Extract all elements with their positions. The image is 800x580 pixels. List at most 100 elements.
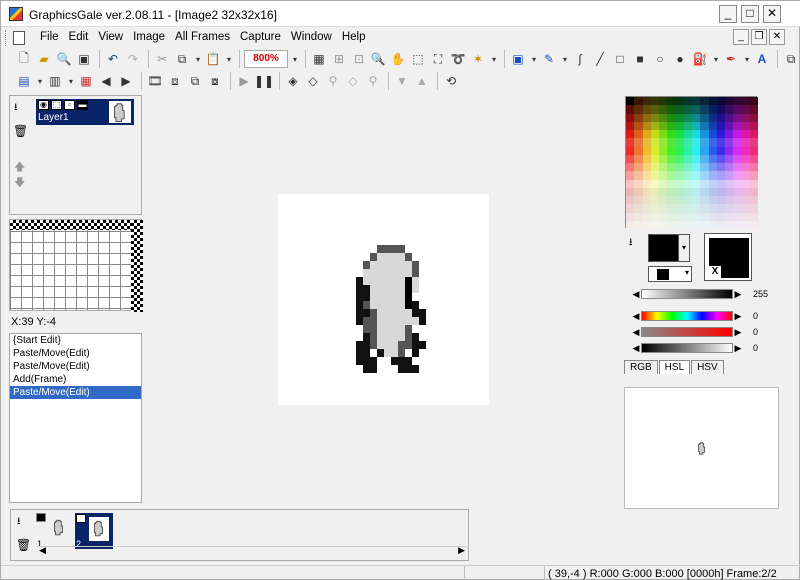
palette-swatch[interactable] <box>675 220 684 229</box>
palette-swatch[interactable] <box>642 163 651 172</box>
palette-swatch[interactable] <box>741 220 750 229</box>
palette-swatch[interactable] <box>733 196 742 205</box>
palette-swatch[interactable] <box>749 171 758 180</box>
tab-rgb[interactable]: RGB <box>624 360 658 374</box>
doc-close-button[interactable]: ✕ <box>769 29 785 45</box>
history-item-selected[interactable]: Paste/Move(Edit) <box>10 386 141 399</box>
palette-swatch[interactable] <box>725 196 734 205</box>
layer-more-icon[interactable]: ▬ <box>77 100 88 110</box>
reset-icon[interactable]: ⟲ <box>442 72 460 90</box>
scroll-left-icon[interactable]: ◀ <box>39 545 46 556</box>
paste-icon[interactable]: 📋 <box>204 50 222 68</box>
palette-swatch[interactable] <box>650 113 659 122</box>
palette-swatch[interactable] <box>741 154 750 163</box>
palette-swatch[interactable] <box>700 130 709 139</box>
palette-swatch[interactable] <box>659 171 668 180</box>
palette-swatch[interactable] <box>749 187 758 196</box>
menu-edit[interactable]: Edit <box>64 31 94 43</box>
slider-left-icon[interactable]: ◀ <box>631 343 641 354</box>
palette-swatch[interactable] <box>626 220 635 229</box>
palette-swatch[interactable] <box>749 130 758 139</box>
copy-dropdown-icon[interactable]: ▾ <box>193 50 203 68</box>
palette-swatch[interactable] <box>725 121 734 130</box>
palette-swatch[interactable] <box>659 97 668 106</box>
frame-thumb-1[interactable]: 1 <box>36 513 74 549</box>
palette-swatch[interactable] <box>749 154 758 163</box>
palette-swatch[interactable] <box>634 196 643 205</box>
palette-swatch[interactable] <box>650 187 659 196</box>
slider-right-icon[interactable]: ▶ <box>733 311 743 322</box>
palette-swatch[interactable] <box>700 146 709 155</box>
palette-swatch[interactable] <box>650 171 659 180</box>
palette-swatch[interactable] <box>634 212 643 221</box>
tab-hsl[interactable]: HSL <box>658 360 691 374</box>
palette-swatch[interactable] <box>626 121 635 130</box>
frame-dropdown-icon[interactable]: ▾ <box>66 72 76 90</box>
palette-swatch[interactable] <box>634 163 643 172</box>
palette-swatch[interactable] <box>667 146 676 155</box>
palette-swatch[interactable] <box>725 130 734 139</box>
palette-swatch[interactable] <box>741 97 750 106</box>
text-tool-icon[interactable]: A <box>753 50 771 68</box>
filled-ellipse-icon[interactable]: ● <box>671 50 689 68</box>
palette-swatch[interactable] <box>650 220 659 229</box>
palette-swatch[interactable] <box>667 171 676 180</box>
palette-swatch[interactable] <box>626 138 635 147</box>
rect-select-icon[interactable]: ⬚ <box>409 50 427 68</box>
curve-icon[interactable]: ∫ <box>571 50 589 68</box>
diamond-icon[interactable]: ◇ <box>344 72 362 90</box>
palette-swatch[interactable] <box>626 97 635 106</box>
document-icon[interactable] <box>13 31 25 45</box>
palette-swatch[interactable] <box>634 171 643 180</box>
fill-dropdown-icon[interactable]: ▾ <box>711 50 721 68</box>
frame-trash-icon[interactable]: 🗑 <box>16 538 31 552</box>
palette-swatch[interactable] <box>700 97 709 106</box>
frame-scrollbar[interactable]: ◀ ▶ <box>37 545 467 558</box>
palette-swatch[interactable] <box>626 196 635 205</box>
palette-swatch[interactable] <box>675 163 684 172</box>
palette-swatch[interactable] <box>716 138 725 147</box>
palette-swatch[interactable] <box>634 97 643 106</box>
palette-swatch[interactable] <box>659 187 668 196</box>
palette-swatch[interactable] <box>692 171 701 180</box>
slider-left-icon[interactable]: ◀ <box>631 327 641 338</box>
slider-left-icon[interactable]: ◀ <box>631 311 641 322</box>
grid-icon[interactable]: ▦ <box>310 50 328 68</box>
palette-swatch[interactable] <box>700 220 709 229</box>
palette-swatch[interactable] <box>692 97 701 106</box>
palette-swatch[interactable] <box>700 171 709 180</box>
close-button[interactable]: ✕ <box>763 5 781 23</box>
magnifier-icon[interactable]: 🔍 <box>369 50 387 68</box>
palette-swatch[interactable] <box>634 220 643 229</box>
palette-swatch[interactable] <box>642 154 651 163</box>
lightness-slider[interactable]: ◀ ▶ 0 <box>631 341 758 355</box>
palette-swatch[interactable] <box>725 146 734 155</box>
layer-options-icon[interactable]: ▫ <box>64 100 75 110</box>
palette-swatch[interactable] <box>708 179 717 188</box>
undo-icon[interactable]: ↶ <box>104 50 122 68</box>
arrow-down-icon[interactable]: ▼ <box>393 72 411 90</box>
palette-swatch[interactable] <box>667 204 676 213</box>
palette-swatch[interactable] <box>675 154 684 163</box>
palette-swatch[interactable] <box>708 130 717 139</box>
palette-swatch[interactable] <box>634 121 643 130</box>
palette-swatch[interactable] <box>667 97 676 106</box>
fg-alt-dropdown-icon[interactable]: ▾ <box>685 268 689 277</box>
menu-all-frames[interactable]: All Frames <box>170 31 235 43</box>
palette-swatch[interactable] <box>725 171 734 180</box>
palette-swatch[interactable] <box>716 121 725 130</box>
hand-icon[interactable]: ✋ <box>389 50 407 68</box>
visibility-icon[interactable]: ◉ <box>38 100 49 110</box>
palette-swatch[interactable] <box>741 163 750 172</box>
palette-swatch[interactable] <box>692 121 701 130</box>
palette-swatch[interactable] <box>642 204 651 213</box>
palette-swatch[interactable] <box>650 97 659 106</box>
palette-swatch[interactable] <box>667 113 676 122</box>
palette-swatch[interactable] <box>659 212 668 221</box>
palette-swatch[interactable] <box>683 187 692 196</box>
history-item[interactable]: {Start Edit} <box>10 334 141 347</box>
palette-swatch[interactable] <box>683 154 692 163</box>
saturation-slider[interactable]: ◀ ▶ 0 <box>631 325 758 339</box>
palette-swatch[interactable] <box>716 97 725 106</box>
palette-swatch[interactable] <box>692 105 701 114</box>
